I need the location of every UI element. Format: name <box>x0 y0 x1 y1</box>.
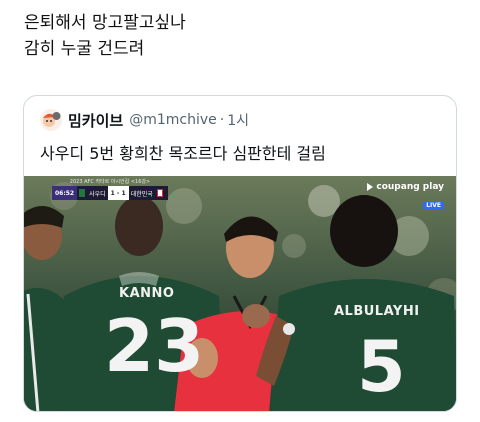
quoted-post-text: 사우디 5번 황희찬 목조르다 심판한테 걸림 <box>40 144 326 163</box>
quoted-post-header: 밈카이브 @m1mchive · 1시 <box>40 109 249 131</box>
post-text: 은퇴해서 망고팔고싶나 감히 누굴 건드려 <box>24 10 454 62</box>
coupang-play-logo: coupang play <box>367 182 444 192</box>
scorebug: 2023 AFC 카타르 아시안컵 <16강> 06:52 사우디 1 - 1 … <box>52 179 168 205</box>
jersey-number-albulayhi: 5 <box>357 326 406 408</box>
separator-dot: · <box>219 112 225 128</box>
post-image[interactable]: 2023 AFC 카타르 아시안컵 <16강> 06:52 사우디 1 - 1 … <box>24 176 456 411</box>
jersey-name-kanno: KANNO <box>119 286 175 301</box>
jersey-number-kanno: 23 <box>104 304 205 388</box>
tournament-label: 2023 AFC 카타르 아시안컵 <16강> <box>69 179 151 185</box>
quoted-post-card[interactable]: 밈카이브 @m1mchive · 1시 사우디 5번 황희찬 목조르다 심판한테… <box>23 95 457 412</box>
away-team: 대한민국 <box>130 190 153 198</box>
broadcaster-name: coupang play <box>376 182 444 192</box>
display-name[interactable]: 밈카이브 <box>68 110 123 131</box>
post-text-line-2: 감히 누굴 건드려 <box>24 39 145 59</box>
saudi-flag-icon <box>79 189 86 197</box>
broadcaster-logo: coupang play LIVE <box>367 182 444 211</box>
post-time[interactable]: 1시 <box>227 110 249 130</box>
korea-flag-icon <box>156 189 163 197</box>
user-handle[interactable]: @m1mchive <box>129 112 217 128</box>
match-clock: 06:52 <box>52 186 78 200</box>
jersey-name-albulayhi: ALBULAYHI <box>334 304 420 319</box>
post-text-line-1: 은퇴해서 망고팔고싶나 <box>24 13 186 33</box>
scorebug-bar: 06:52 사우디 1 - 1 대한민국 <box>52 186 168 200</box>
avatar-icon <box>43 112 61 127</box>
live-badge: LIVE <box>423 202 444 209</box>
home-team: 사우디 <box>89 190 106 198</box>
match-score: 1 - 1 <box>107 186 129 200</box>
avatar[interactable] <box>40 109 62 131</box>
play-icon <box>367 183 374 191</box>
